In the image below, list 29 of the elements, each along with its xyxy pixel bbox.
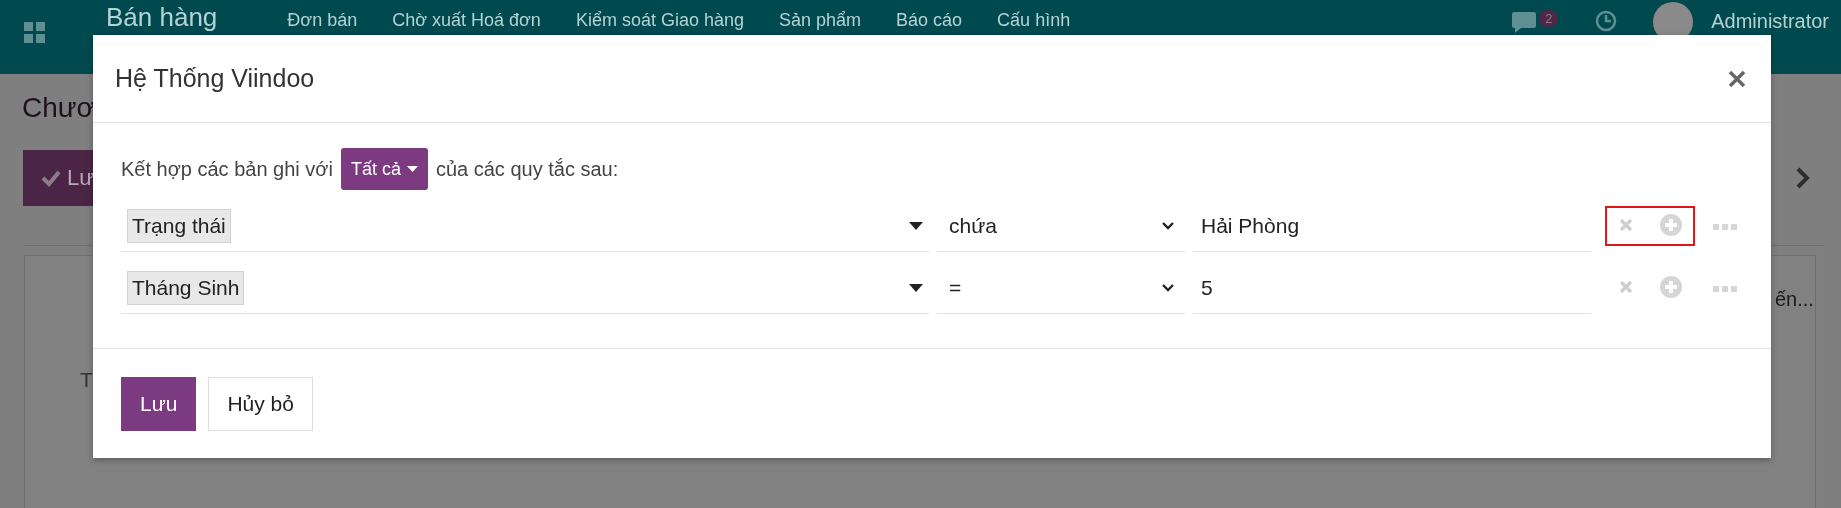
app-title: Bán hàng [106, 2, 218, 32]
caret-icon [909, 283, 923, 292]
menu-item[interactable]: Báo cáo [896, 9, 963, 31]
apps-menu-icon[interactable] [24, 22, 46, 44]
field-label: T [80, 368, 93, 392]
message-count: 2 [1539, 10, 1559, 27]
match-mode-dropdown[interactable]: Tất cả [340, 148, 428, 190]
user-name[interactable]: Administrator [1711, 9, 1829, 33]
menu-item[interactable]: Kiểm soát Giao hàng [575, 9, 744, 31]
cancel-button[interactable]: Hủy bỏ [208, 376, 313, 431]
chevron-right-icon[interactable] [1795, 166, 1811, 190]
tab-label[interactable]: ến... [1775, 288, 1814, 311]
menu-item[interactable]: Chờ xuất Hoá đơn [392, 9, 541, 31]
caret-icon [406, 166, 418, 172]
chevron-down-icon [1161, 220, 1175, 231]
menu-item[interactable]: Cấu hình [997, 9, 1071, 31]
caret-icon [909, 221, 923, 230]
menu-item[interactable]: Sản phẩm [779, 9, 862, 31]
check-icon [41, 169, 61, 187]
menu-item[interactable]: Đơn bán [287, 9, 358, 31]
chevron-down-icon [1161, 282, 1175, 293]
chat-icon[interactable] [1511, 10, 1538, 34]
close-button[interactable] [1727, 68, 1747, 89]
intro-text: Kết hợp các bản ghi với [121, 157, 333, 181]
intro-text: của các quy tắc sau: [435, 157, 619, 181]
clock-icon[interactable] [1595, 10, 1618, 32]
save-button[interactable]: Lưu [121, 376, 197, 431]
dialog-title: Hệ Thống Viindoo [115, 64, 315, 93]
page-title: Chươ [22, 92, 95, 124]
